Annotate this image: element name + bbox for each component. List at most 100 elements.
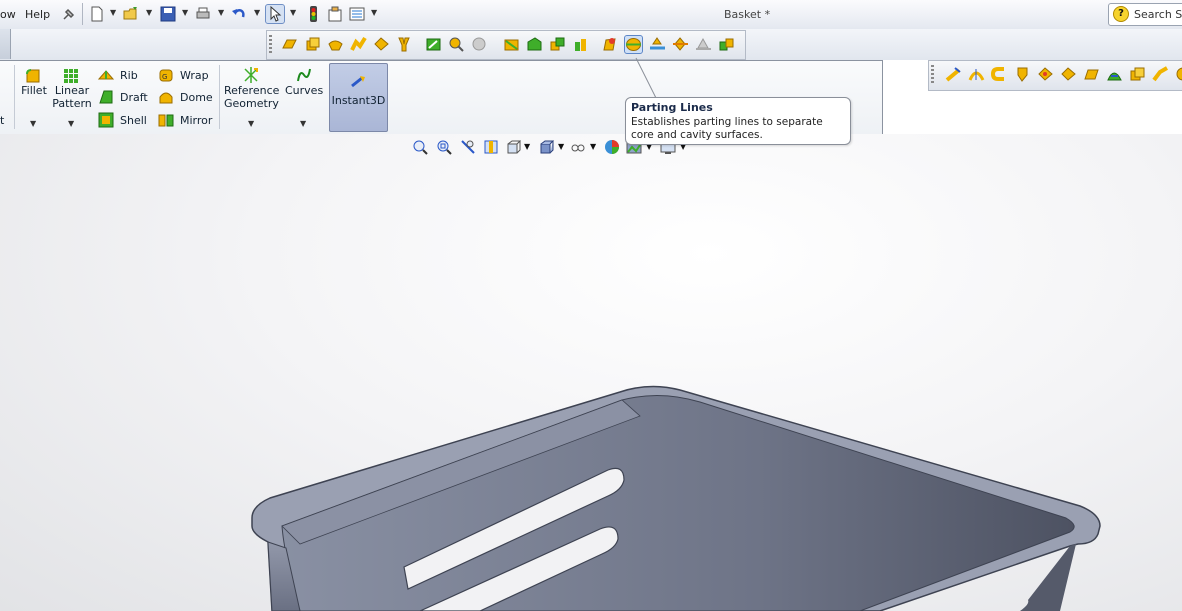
select-pointer-icon[interactable] — [265, 4, 285, 24]
undercut-detection-icon[interactable] — [448, 36, 465, 53]
curves-dropdown-arrow[interactable]: ▼ — [300, 119, 306, 128]
ruled-surface-tooling-icon[interactable] — [672, 36, 689, 53]
surfaces-toolbar — [928, 60, 1182, 91]
thicken-icon[interactable] — [1175, 66, 1182, 83]
parting-lines-icon[interactable] — [624, 35, 643, 54]
mold-tools-toolbar — [266, 30, 746, 60]
curves-button[interactable]: Curves — [285, 84, 323, 97]
core-icon[interactable] — [718, 36, 735, 53]
dome-icon[interactable] — [158, 89, 174, 105]
reference-dropdown-arrow[interactable]: ▼ — [248, 119, 254, 128]
offset-surface-icon[interactable] — [304, 36, 321, 53]
delete-face-icon[interactable] — [396, 36, 413, 53]
section-view-icon[interactable] — [483, 139, 499, 155]
tooling-split-icon[interactable] — [695, 36, 712, 53]
swept-surface-icon[interactable] — [990, 66, 1008, 83]
basket-model[interactable] — [0, 134, 1182, 611]
options-icon[interactable] — [348, 5, 366, 23]
zoom-to-area-icon[interactable] — [436, 139, 452, 155]
freeform-icon[interactable] — [1106, 66, 1123, 83]
draft-button[interactable]: Draft — [120, 91, 148, 104]
pin-icon[interactable] — [60, 5, 78, 23]
reference-geometry-icon[interactable] — [243, 67, 259, 83]
reference-geometry-button[interactable]: Reference Geometry — [224, 84, 279, 110]
planar-surface-icon[interactable] — [281, 36, 298, 53]
revolved-surface-icon[interactable] — [968, 66, 985, 83]
mirror-icon[interactable] — [158, 112, 174, 128]
linear-pattern-icon[interactable] — [63, 68, 79, 84]
select-dropdown-arrow[interactable]: ▼ — [290, 8, 296, 17]
instant3d-label: Instant3D — [331, 94, 386, 107]
search-input[interactable]: ? Search So — [1108, 3, 1182, 26]
tooltip-pointer — [635, 57, 657, 99]
open-dropdown-arrow[interactable]: ▼ — [146, 8, 152, 17]
scale-icon[interactable] — [503, 36, 520, 53]
pattern-dropdown-arrow[interactable]: ▼ — [68, 119, 74, 128]
display-style-icon[interactable] — [538, 139, 555, 155]
previous-view-icon[interactable] — [460, 139, 476, 155]
rebuild-traffic-light-icon[interactable] — [304, 5, 322, 23]
insert-mold-folders-icon[interactable] — [526, 36, 543, 53]
open-folder-icon[interactable] — [122, 5, 140, 23]
draft-icon[interactable] — [98, 89, 114, 105]
lofted-surface-right-icon[interactable] — [1014, 66, 1031, 83]
linear-pattern-button[interactable]: Linear Pattern — [50, 84, 94, 110]
knit-surface-right-icon[interactable] — [1152, 66, 1169, 83]
print-dropdown-arrow[interactable]: ▼ — [218, 8, 224, 17]
instant3d-icon — [350, 74, 366, 90]
print-icon[interactable] — [194, 5, 212, 23]
filled-surface-icon[interactable] — [1060, 66, 1077, 83]
undo-icon[interactable] — [230, 5, 248, 23]
shell-icon[interactable] — [98, 112, 114, 128]
view-orientation-icon[interactable] — [505, 139, 522, 155]
draft-analysis-icon[interactable] — [425, 36, 442, 53]
wrap-button[interactable]: Wrap — [180, 69, 209, 82]
shut-off-surfaces-icon[interactable] — [601, 36, 618, 53]
display-style-dropdown-arrow[interactable]: ▼ — [558, 142, 564, 151]
instant3d-button[interactable]: Instant3D — [329, 63, 388, 132]
fillet-dropdown-arrow[interactable]: ▼ — [30, 119, 36, 128]
new-dropdown-arrow[interactable]: ▼ — [110, 8, 116, 17]
toolbar-grip[interactable] — [931, 65, 934, 85]
mirror-button[interactable]: Mirror — [180, 114, 212, 127]
graphics-area[interactable] — [0, 134, 1182, 611]
menu-help[interactable]: Help — [25, 8, 50, 21]
tooltip-description: Establishes parting lines to separate co… — [631, 116, 823, 141]
svg-text:G: G — [162, 73, 167, 81]
wrap-icon[interactable]: G — [158, 67, 174, 83]
search-placeholder: Search So — [1134, 8, 1182, 21]
options-dropdown-arrow[interactable]: ▼ — [371, 8, 377, 17]
help-search-icon: ? — [1113, 6, 1129, 22]
orientation-dropdown-arrow[interactable]: ▼ — [524, 142, 530, 151]
tooltip-title: Parting Lines — [631, 101, 713, 114]
parting-line-analysis-icon[interactable] — [471, 36, 488, 53]
planar-surface-right-icon[interactable] — [1083, 66, 1100, 83]
split-line-icon[interactable] — [549, 36, 566, 53]
knit-surface-icon[interactable] — [350, 36, 367, 53]
toolbar-grip[interactable] — [269, 35, 272, 55]
file-properties-icon[interactable] — [326, 5, 344, 23]
save-dropdown-arrow[interactable]: ▼ — [182, 8, 188, 17]
edit-appearance-icon[interactable] — [604, 139, 620, 155]
shell-button[interactable]: Shell — [120, 114, 147, 127]
save-icon[interactable] — [159, 5, 177, 23]
offset-surface-right-icon[interactable] — [1129, 66, 1146, 83]
undo-dropdown-arrow[interactable]: ▼ — [254, 8, 260, 17]
core-cavity-icon[interactable] — [572, 36, 589, 53]
zoom-to-fit-icon[interactable] — [412, 139, 428, 155]
fillet-button[interactable]: Fillet — [20, 84, 48, 97]
curves-icon[interactable] — [296, 67, 312, 83]
parting-surfaces-icon[interactable] — [649, 36, 666, 53]
hide-show-dropdown-arrow[interactable]: ▼ — [590, 142, 596, 151]
lofted-surface-icon[interactable] — [373, 36, 390, 53]
hide-show-items-icon[interactable] — [570, 139, 586, 155]
ruled-surface-icon[interactable] — [327, 36, 344, 53]
new-document-icon[interactable] — [88, 5, 106, 23]
boundary-surface-icon[interactable] — [1037, 66, 1054, 83]
menu-window[interactable]: ow — [0, 8, 16, 21]
extruded-surface-icon[interactable] — [945, 66, 962, 83]
fillet-icon[interactable] — [25, 68, 41, 84]
rib-button[interactable]: Rib — [120, 69, 138, 82]
rib-icon[interactable] — [97, 67, 115, 83]
dome-button[interactable]: Dome — [180, 91, 213, 104]
